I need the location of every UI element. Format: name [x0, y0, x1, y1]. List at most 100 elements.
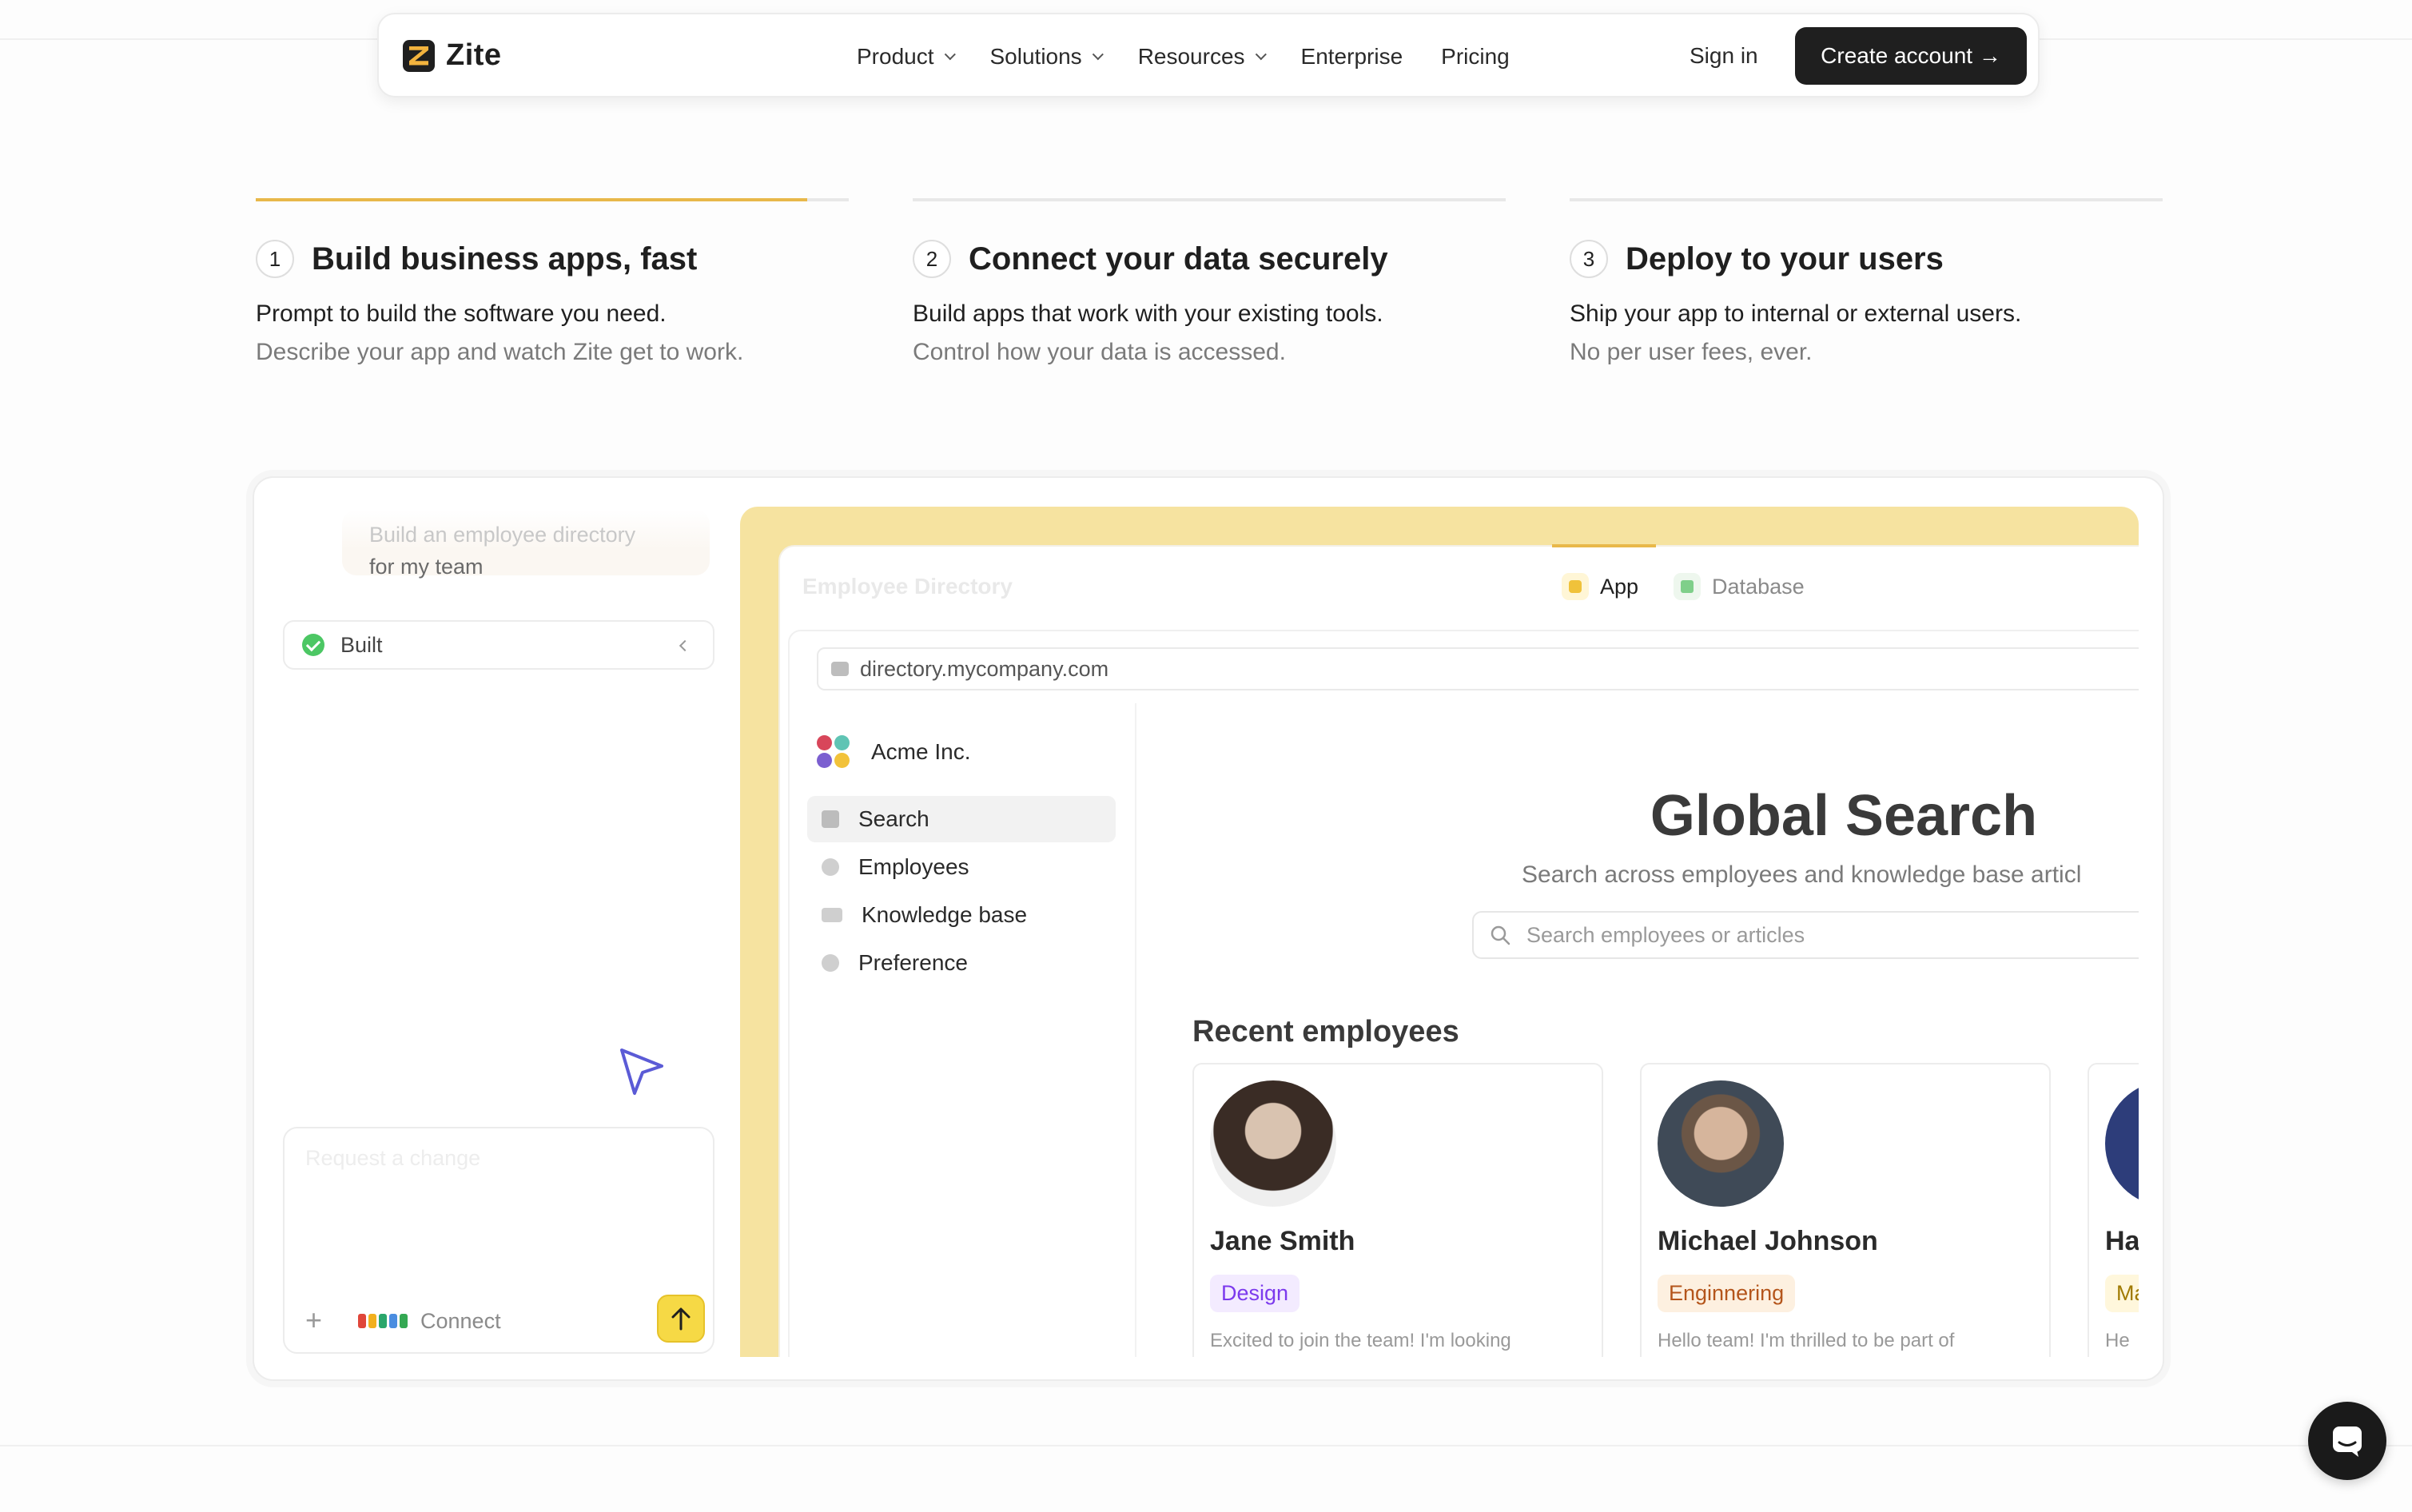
- url-text: directory.mycompany.com: [860, 656, 1109, 681]
- step-subdescription: Control how your data is accessed.: [913, 339, 1286, 365]
- step-3[interactable]: 3 Deploy to your users Ship your app to …: [1570, 198, 2163, 366]
- nav-pricing-label: Pricing: [1441, 44, 1510, 69]
- app-frame: directory.mycompany.com Acme Inc. Search…: [788, 630, 2139, 1357]
- step-2[interactable]: 2 Connect your data securely Build apps …: [913, 198, 1506, 366]
- chevron-left-icon: [679, 639, 691, 652]
- search-icon: [1491, 925, 1510, 945]
- sidebar-item-label: Preference: [858, 950, 968, 975]
- composer-placeholder: Request a change: [305, 1146, 481, 1170]
- sidebar-item-label: Employees: [858, 854, 969, 879]
- app-sidebar: Acme Inc. Search Employees Knowledge bas…: [790, 703, 1136, 1357]
- prompt-text-line1: Build an employee directory: [369, 523, 636, 547]
- step-description: Prompt to build the software you need.: [256, 300, 667, 327]
- integrations-icon: [358, 1314, 408, 1328]
- sidebar-item-label: Search: [858, 806, 929, 831]
- step-description: Ship your app to internal or external us…: [1570, 300, 2022, 327]
- chevron-down-icon: [1092, 49, 1104, 61]
- tab-database-label: Database: [1712, 574, 1805, 599]
- step-1[interactable]: 1 Build business apps, fast Prompt to bu…: [256, 198, 849, 366]
- view-tabs: App Database: [1551, 544, 1805, 627]
- sidebar-item-search[interactable]: Search: [807, 796, 1116, 842]
- nav-resources-label: Resources: [1137, 44, 1245, 69]
- sidebar-item-knowledge-base[interactable]: Knowledge base: [807, 892, 1116, 938]
- avatar: [1658, 1080, 1784, 1207]
- tab-database[interactable]: Database: [1674, 573, 1805, 600]
- zite-logo-icon: [403, 39, 435, 72]
- step-progress-bar: [1570, 198, 2163, 201]
- nav-product-label: Product: [857, 44, 934, 69]
- url-bar[interactable]: directory.mycompany.com: [817, 647, 2139, 690]
- employee-card[interactable]: Jane Smith Design Excited to join the te…: [1192, 1063, 1603, 1357]
- brand-name: Zite: [446, 38, 502, 72]
- cursor-icon: [620, 1048, 663, 1095]
- employee-bio: He: [2105, 1330, 2130, 1351]
- employee-card[interactable]: Ha Ma He: [2088, 1063, 2139, 1357]
- bottom-divider: [0, 1445, 2412, 1446]
- nav-solutions[interactable]: Solutions: [989, 44, 1104, 70]
- avatar: [1210, 1080, 1336, 1207]
- check-icon: [302, 634, 324, 656]
- search-icon: [822, 810, 839, 828]
- employee-name: Jane Smith: [1210, 1226, 1355, 1256]
- chevron-down-icon: [1255, 49, 1267, 61]
- window-title: Employee Directory: [802, 574, 1013, 599]
- sidebar-item-label: Knowledge base: [862, 902, 1028, 927]
- step-progress-fill: [256, 198, 808, 201]
- table-grid-icon: [1674, 573, 1702, 600]
- nav-resources[interactable]: Resources: [1137, 44, 1267, 70]
- nav-solutions-label: Solutions: [989, 44, 1082, 69]
- chevron-down-icon: [944, 49, 956, 61]
- step-progress-bar: [256, 198, 849, 201]
- nav-product[interactable]: Product: [857, 44, 956, 70]
- sign-in-link[interactable]: Sign in: [1690, 43, 1758, 69]
- create-account-button[interactable]: Create account →: [1795, 27, 2027, 85]
- step-title: Connect your data securely: [969, 241, 1388, 277]
- tab-app-label: App: [1600, 574, 1639, 599]
- tab-app[interactable]: App: [1551, 544, 1657, 600]
- step-number: 3: [1570, 240, 1608, 278]
- book-icon: [822, 908, 842, 922]
- nav-enterprise-label: Enterprise: [1300, 44, 1403, 69]
- department-badge: Design: [1210, 1275, 1300, 1312]
- demo-card: Build an employee directory for my team …: [253, 476, 2164, 1381]
- step-subdescription: No per user fees, ever.: [1570, 339, 1813, 365]
- preview-window: Employee Directory App Database director…: [778, 544, 2139, 1357]
- sidebar-item-employees[interactable]: Employees: [807, 844, 1116, 890]
- app-main: Global Search Search across employees an…: [1136, 703, 2139, 1357]
- step-title: Deploy to your users: [1626, 241, 1944, 277]
- search-input[interactable]: Search employees or articles: [1472, 911, 2139, 959]
- employee-card[interactable]: Michael Johnson Enginnering Hello team! …: [1640, 1063, 2051, 1357]
- person-icon: [822, 858, 839, 876]
- send-button[interactable]: [657, 1295, 705, 1343]
- step-number: 2: [913, 240, 951, 278]
- org-logo-icon: [817, 735, 850, 769]
- app-preview: Employee Directory App Database director…: [740, 507, 2139, 1357]
- department-badge: Ma: [2105, 1275, 2139, 1312]
- connect-button[interactable]: Connect: [420, 1309, 501, 1334]
- page-subtitle: Search across employees and knowledge ba…: [1522, 861, 2082, 888]
- step-title: Build business apps, fast: [312, 241, 698, 277]
- prompt-text-line2: for my team: [369, 555, 484, 579]
- chat-icon: [2333, 1426, 2362, 1457]
- page-title: Global Search: [1650, 784, 2038, 848]
- nav-links: Product Solutions Resources Enterprise P…: [857, 14, 1548, 99]
- step-number: 1: [256, 240, 294, 278]
- brand-logo[interactable]: Zite: [403, 38, 502, 73]
- plus-icon[interactable]: +: [305, 1306, 322, 1335]
- department-badge: Enginnering: [1658, 1275, 1796, 1312]
- gear-icon: [822, 954, 839, 972]
- top-nav: Zite Product Solutions Resources Enterpr…: [377, 13, 2040, 97]
- employee-name: Michael Johnson: [1658, 1226, 1878, 1256]
- sidebar-item-preference[interactable]: Preference: [807, 940, 1116, 986]
- org-name: Acme Inc.: [871, 739, 971, 764]
- nav-pricing[interactable]: Pricing: [1441, 44, 1510, 70]
- employee-name: Ha: [2105, 1226, 2139, 1256]
- build-status[interactable]: Built: [283, 620, 714, 670]
- change-composer[interactable]: Request a change + Connect: [283, 1127, 714, 1354]
- chat-support-button[interactable]: [2308, 1402, 2386, 1480]
- employee-bio: Hello team! I'm thrilled to be part of: [1658, 1330, 1955, 1351]
- section-title: Recent employees: [1192, 1015, 1459, 1048]
- app-cube-icon: [1562, 573, 1589, 600]
- nav-enterprise[interactable]: Enterprise: [1301, 44, 1403, 70]
- avatar: [2105, 1080, 2139, 1207]
